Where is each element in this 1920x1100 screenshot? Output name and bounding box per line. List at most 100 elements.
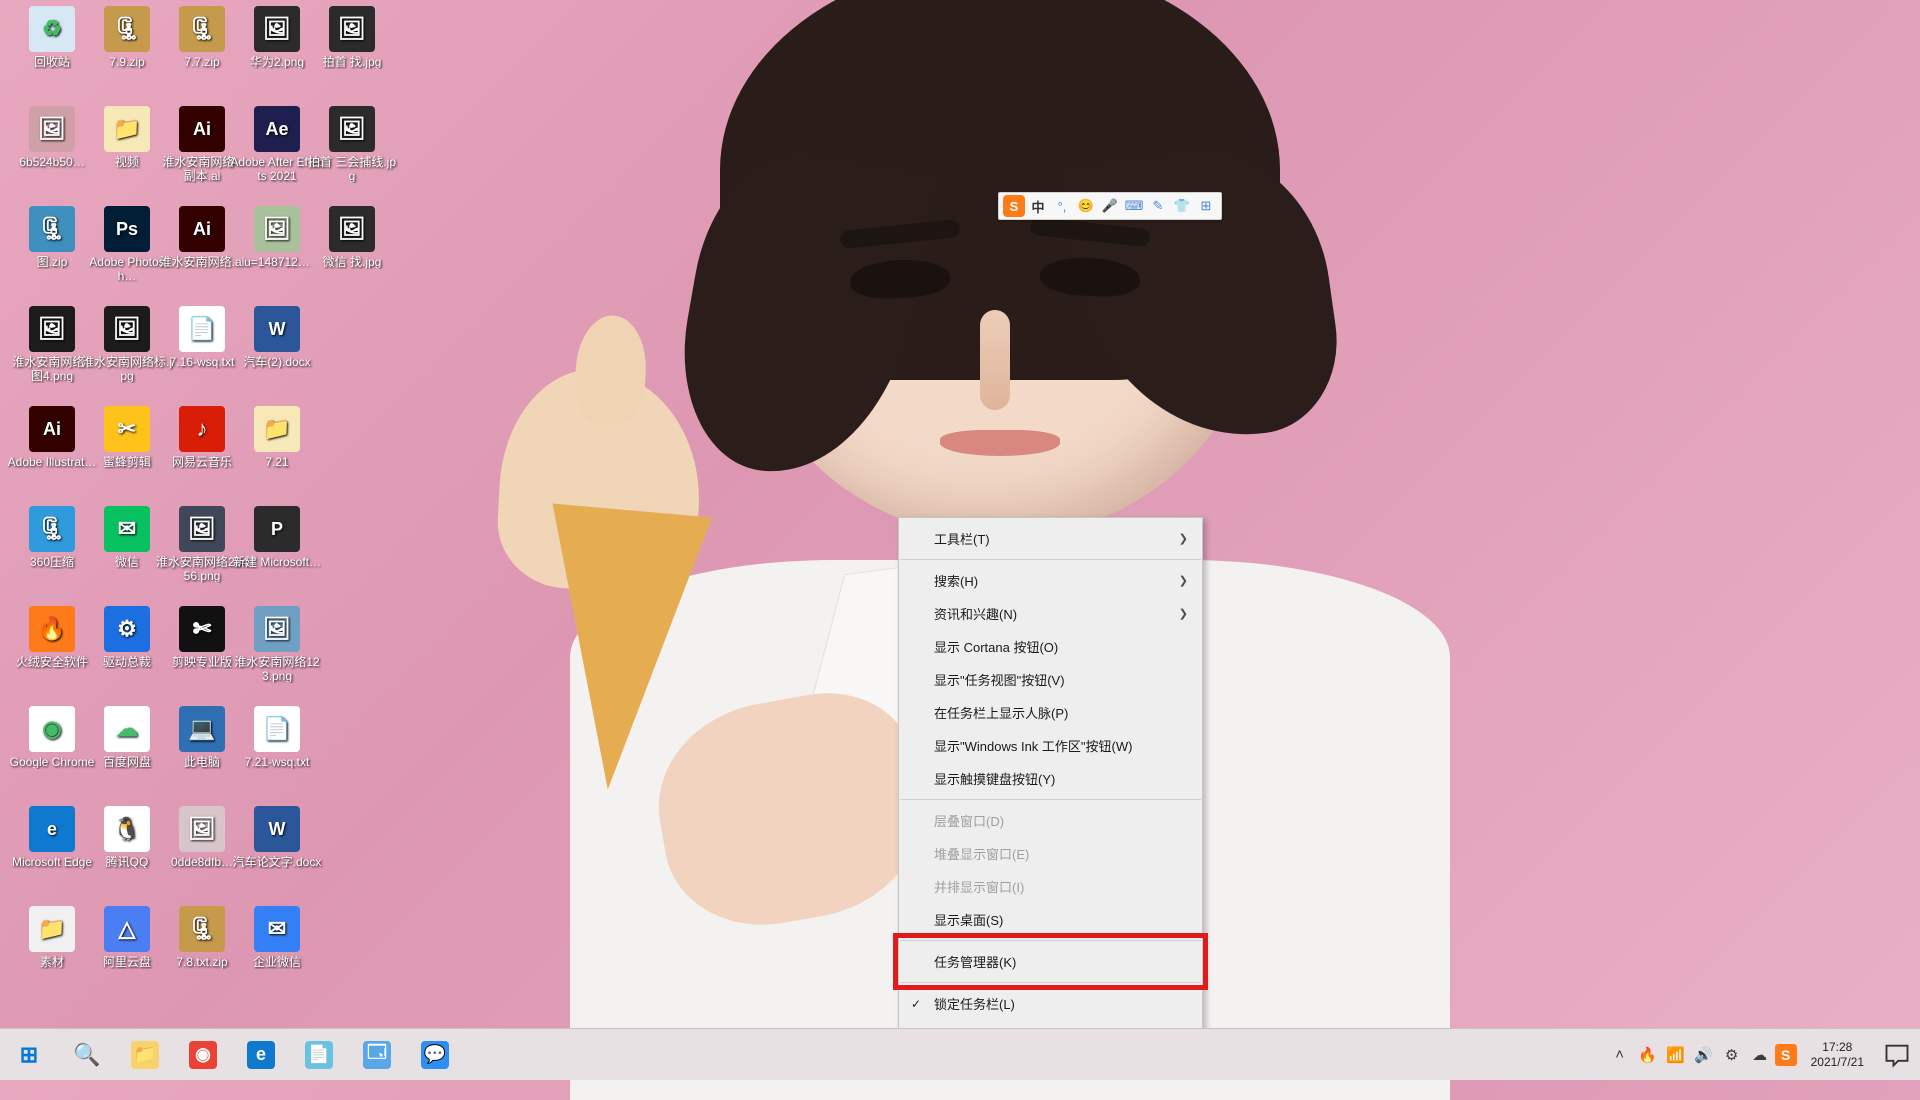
ime-toolbar[interactable]: S中°,😊🎤⌨✎👕⊞ — [998, 192, 1222, 220]
context-menu-item-label: 堆叠显示窗口(E) — [934, 844, 1029, 863]
tray-icon[interactable]: ˄ — [1607, 1029, 1633, 1081]
taskbar[interactable]: ⊞ 🔍 📁 ◉ e📄 🗔 💬 ˄🔥📶🔊⚙☁S 17:28 2021/7/21 — [0, 1028, 1920, 1080]
desktop-icon[interactable]: 📄7.21-wsq.txt — [227, 706, 327, 769]
desktop-icon-label: 拍首 三会捕线.jpg — [302, 155, 402, 183]
desktop-icon-label: 企业微信 — [227, 955, 327, 969]
file-icon: 🗜 — [179, 906, 225, 952]
ime-button[interactable]: 中 — [1027, 195, 1049, 217]
desktop-icon-label: 7.21 — [227, 455, 327, 469]
taskbar-clock[interactable]: 17:28 2021/7/21 — [1801, 1040, 1874, 1070]
chevron-right-icon: ❯ — [1179, 574, 1188, 587]
context-menu-item-label: 锁定任务栏(L) — [934, 994, 1015, 1013]
notepad-button[interactable]: 📄 — [290, 1029, 348, 1081]
file-icon: 🖼 — [179, 506, 225, 552]
action-center-button[interactable] — [1874, 1029, 1920, 1081]
clock-date: 2021/7/21 — [1811, 1055, 1864, 1070]
ime-button[interactable]: 😊 — [1075, 195, 1097, 217]
chrome-icon: ◉ — [189, 1041, 217, 1069]
search-icon: 🔍 — [73, 1041, 101, 1069]
desktop-icon-label: 拍首 找.jpg — [302, 55, 402, 69]
context-menu-item[interactable]: 显示桌面(S) — [899, 903, 1202, 936]
file-icon: 🖼 — [254, 206, 300, 252]
file-icon: e — [29, 806, 75, 852]
context-menu-item-label: 层叠窗口(D) — [934, 811, 1004, 830]
context-menu-item[interactable]: 资讯和兴趣(N)❯ — [899, 597, 1202, 630]
desktop-icon[interactable]: ✉ 企业微信 — [227, 906, 327, 969]
desktop-icon[interactable]: W汽车论文字.docx — [227, 806, 327, 869]
file-icon: △ — [104, 906, 150, 952]
desktop-icon[interactable]: 🖼拍首 找.jpg — [302, 6, 402, 69]
desktop-icon[interactable]: 🖼淮水安南网络123.png — [227, 606, 327, 683]
menu-separator — [900, 799, 1201, 800]
context-menu-item[interactable]: 显示"任务视图"按钮(V) — [899, 663, 1202, 696]
context-menu-item[interactable]: 显示触摸键盘按钮(Y) — [899, 762, 1202, 795]
settings-app-button[interactable]: 🗔 — [348, 1029, 406, 1081]
context-menu-item[interactable]: 显示 Cortana 按钮(O) — [899, 630, 1202, 663]
search-button[interactable]: 🔍 — [58, 1029, 116, 1081]
file-icon: 🗜 — [179, 6, 225, 52]
desktop-icon-label: 汽车论文字.docx — [227, 855, 327, 869]
tray-icon[interactable]: ⚙ — [1719, 1029, 1745, 1081]
ime-button[interactable]: °, — [1051, 195, 1073, 217]
file-icon: 💻 — [179, 706, 225, 752]
context-menu-item-label: 任务管理器(K) — [934, 952, 1016, 971]
desktop-icon-label: 新建 Microsoft… — [227, 555, 327, 569]
tray-icon[interactable]: ☁ — [1747, 1029, 1773, 1081]
file-icon: 🗜 — [29, 506, 75, 552]
desktop-icon[interactable]: 🖼 微信 找.jpg — [302, 206, 402, 269]
wechat-work-icon: 💬 — [421, 1041, 449, 1069]
desktop-icon[interactable]: 📁 7.21 — [227, 406, 327, 469]
file-icon: 📁 — [254, 406, 300, 452]
context-menu-item[interactable]: 工具栏(T)❯ — [899, 522, 1202, 555]
context-menu-item-label: 显示触摸键盘按钮(Y) — [934, 769, 1055, 788]
file-icon: W — [254, 306, 300, 352]
desktop-icon-label: 微信 找.jpg — [302, 255, 402, 269]
file-icon: 🗜 — [29, 206, 75, 252]
file-icon: 📄 — [254, 706, 300, 752]
desktop-icon[interactable]: W汽车(2).docx — [227, 306, 327, 369]
context-menu-item-label: 在任务栏上显示人脉(P) — [934, 703, 1068, 722]
tray-icon[interactable]: 🔥 — [1635, 1029, 1661, 1081]
file-icon: Ai — [179, 206, 225, 252]
file-icon: 📄 — [179, 306, 225, 352]
desktop-icon[interactable]: 🖼 拍首 三会捕线.jpg — [302, 106, 402, 183]
start-icon: ⊞ — [15, 1041, 43, 1069]
context-menu-item[interactable]: 锁定任务栏(L)✓ — [899, 987, 1202, 1020]
tray-icon[interactable]: 📶 — [1663, 1029, 1689, 1081]
file-icon: 🖼 — [29, 306, 75, 352]
ime-button[interactable]: 🎤 — [1099, 195, 1121, 217]
context-menu-item[interactable]: 任务管理器(K) — [899, 945, 1202, 978]
chrome-button[interactable]: ◉ — [174, 1029, 232, 1081]
ime-button[interactable]: 👕 — [1171, 195, 1193, 217]
file-icon: 🖼 — [104, 306, 150, 352]
context-menu-item-label: 资讯和兴趣(N) — [934, 604, 1017, 623]
menu-separator — [900, 982, 1201, 983]
ime-button[interactable]: ⌨ — [1123, 195, 1145, 217]
file-icon: 🖼 — [254, 606, 300, 652]
edge-button[interactable]: e — [232, 1029, 290, 1081]
desktop-icon[interactable]: P新建 Microsoft… — [227, 506, 327, 569]
file-icon: ✉ — [104, 506, 150, 552]
ime-logo-icon[interactable]: S — [1003, 195, 1025, 217]
context-menu-item-label: 并排显示窗口(I) — [934, 877, 1024, 896]
context-menu-item-label: 显示桌面(S) — [934, 910, 1003, 929]
menu-separator — [900, 559, 1201, 560]
context-menu-item[interactable]: 搜索(H)❯ — [899, 564, 1202, 597]
context-menu-item[interactable]: 显示"Windows Ink 工作区"按钮(W) — [899, 729, 1202, 762]
wechat-work-button[interactable]: 💬 — [406, 1029, 464, 1081]
context-menu-item: 层叠窗口(D) — [899, 804, 1202, 837]
ime-button[interactable]: ⊞ — [1195, 195, 1217, 217]
context-menu-item[interactable]: 在任务栏上显示人脉(P) — [899, 696, 1202, 729]
file-icon: ✂ — [104, 406, 150, 452]
file-icon: ✉ — [254, 906, 300, 952]
ime-button[interactable]: ✎ — [1147, 195, 1169, 217]
explorer-icon: 📁 — [131, 1041, 159, 1069]
settings-app-icon: 🗔 — [363, 1041, 391, 1069]
start-button[interactable]: ⊞ — [0, 1029, 58, 1081]
tray-icon[interactable]: 🔊 — [1691, 1029, 1717, 1081]
file-icon: 🖼 — [254, 6, 300, 52]
file-icon: 🖼 — [329, 206, 375, 252]
file-icon: 🖼 — [329, 106, 375, 152]
tray-icon[interactable]: S — [1775, 1044, 1797, 1066]
explorer-button[interactable]: 📁 — [116, 1029, 174, 1081]
